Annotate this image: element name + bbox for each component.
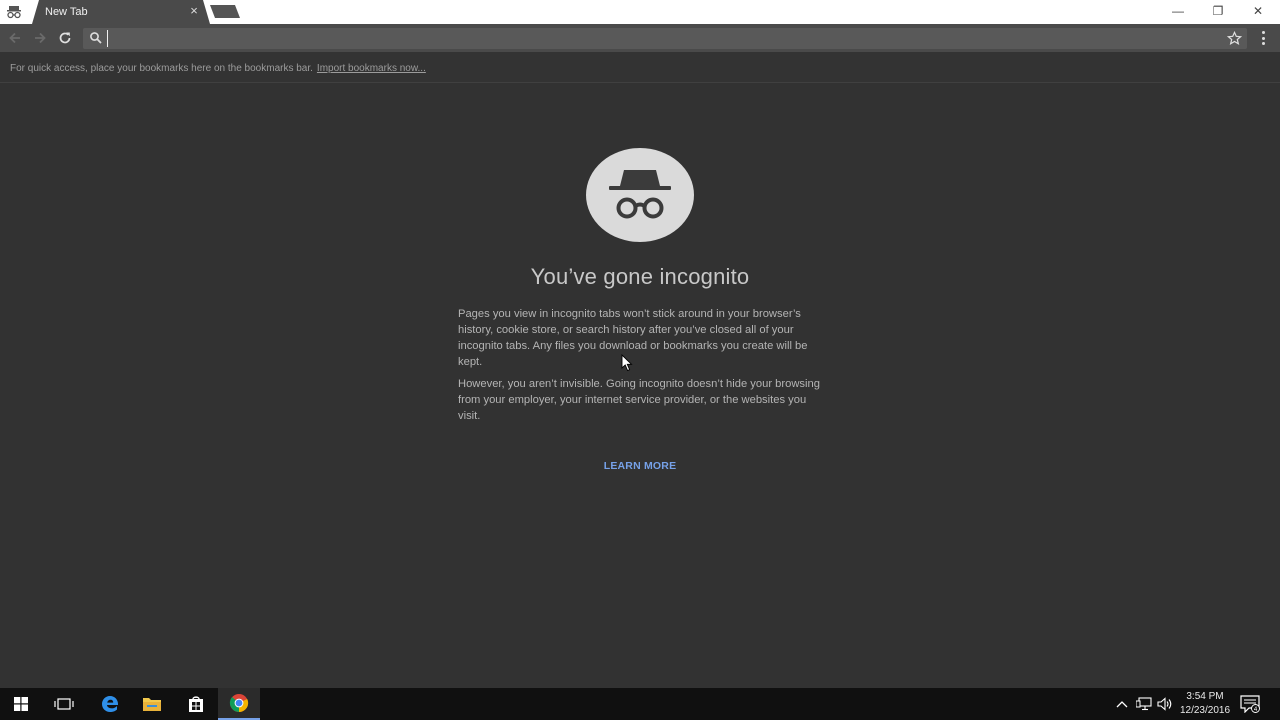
- volume-icon: [1157, 697, 1172, 711]
- store-icon: [189, 696, 203, 712]
- task-view-icon: [54, 698, 74, 710]
- mouse-cursor-icon: [621, 354, 633, 372]
- reload-icon: [59, 32, 71, 44]
- system-clock[interactable]: 3:54 PM 12/23/2016: [1178, 690, 1232, 718]
- bookmark-star-icon[interactable]: [1227, 31, 1242, 46]
- arrow-left-icon: [9, 32, 20, 44]
- address-bar[interactable]: [83, 28, 1247, 49]
- tab-new-tab[interactable]: New Tab ×: [32, 0, 210, 24]
- tab-title: New Tab: [45, 6, 88, 18]
- new-tab-button[interactable]: [210, 5, 240, 18]
- file-explorer-icon: [143, 698, 161, 711]
- taskbar: 3:54 PM 12/23/2016 4: [0, 688, 1280, 720]
- menu-dot-icon: [1261, 42, 1265, 45]
- search-icon: [90, 32, 102, 44]
- close-tab-icon[interactable]: ×: [187, 4, 201, 18]
- learn-more-link[interactable]: LEARN MORE: [0, 460, 1280, 472]
- incognito-icon: [7, 6, 21, 19]
- edge-icon: [102, 696, 119, 712]
- incognito-page: You’ve gone incognito Pages you view in …: [0, 84, 1280, 688]
- maximize-button[interactable]: ❐: [1196, 0, 1240, 22]
- file-explorer-taskbar-button[interactable]: [131, 688, 173, 720]
- task-view-button[interactable]: [43, 688, 85, 720]
- network-icon: [1136, 697, 1152, 711]
- menu-dot-icon: [1261, 31, 1265, 34]
- back-button[interactable]: [6, 29, 24, 47]
- bookmarks-message-text: For quick access, place your bookmarks h…: [10, 63, 313, 74]
- close-window-button[interactable]: ✕: [1236, 0, 1280, 22]
- import-bookmarks-link[interactable]: Import bookmarks now...: [317, 63, 426, 74]
- chrome-icon: [229, 694, 249, 713]
- incognito-warning: However, you aren’t invisible. Going inc…: [458, 378, 820, 422]
- bookmarks-bar: For quick access, place your bookmarks h…: [0, 52, 1280, 83]
- edge-taskbar-button[interactable]: [89, 688, 131, 720]
- network-button[interactable]: [1136, 696, 1152, 712]
- chrome-taskbar-button[interactable]: [218, 688, 260, 720]
- volume-button[interactable]: [1157, 696, 1173, 712]
- start-button[interactable]: [0, 688, 42, 720]
- address-input[interactable]: [107, 30, 1207, 47]
- bookmarks-bar-message: For quick access, place your bookmarks h…: [10, 63, 426, 74]
- action-center-icon[interactable]: 4: [1240, 695, 1260, 713]
- clock-time: 3:54 PM: [1186, 691, 1224, 702]
- tab-strip: New Tab × — ❐ ✕: [0, 0, 1280, 24]
- reload-button[interactable]: [56, 29, 74, 47]
- minimize-button[interactable]: —: [1156, 0, 1200, 22]
- incognito-description: Pages you view in incognito tabs won’t s…: [458, 308, 808, 368]
- chevron-up-icon: [1116, 701, 1128, 708]
- windows-start-icon: [14, 697, 28, 711]
- incognito-icon: [586, 148, 694, 242]
- menu-dot-icon: [1261, 36, 1265, 40]
- forward-button[interactable]: [31, 29, 49, 47]
- arrow-right-icon: [35, 32, 46, 44]
- show-hidden-icons-button[interactable]: [1114, 696, 1130, 712]
- clock-date: 12/23/2016: [1179, 705, 1231, 716]
- page-title: You’ve gone incognito: [530, 264, 750, 289]
- store-taskbar-button[interactable]: [175, 688, 217, 720]
- toolbar: [0, 24, 1280, 52]
- menu-button[interactable]: [1256, 30, 1270, 46]
